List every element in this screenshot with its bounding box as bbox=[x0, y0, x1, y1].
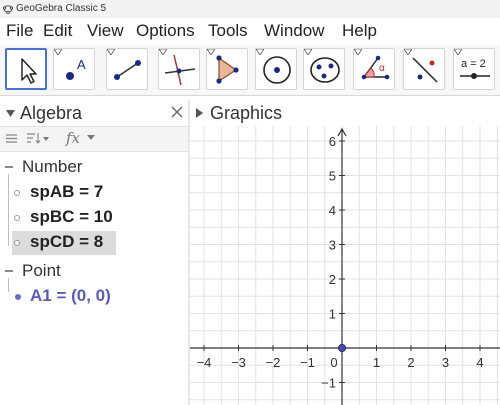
menu-bar: File Edit View Options Tools Window Help bbox=[0, 18, 500, 44]
tool-ellipse-button[interactable] bbox=[303, 48, 345, 90]
algebra-item-spAB[interactable]: spAB = 7 bbox=[30, 182, 103, 202]
algebra-header: Algebra bbox=[0, 100, 188, 126]
polygon-icon bbox=[216, 55, 239, 84]
chevron-down-icon bbox=[454, 49, 462, 55]
tool-angle-button[interactable]: α bbox=[353, 48, 395, 90]
close-icon[interactable] bbox=[171, 106, 183, 118]
chevron-down-icon bbox=[159, 49, 167, 55]
y-tick-label: 5 bbox=[329, 169, 336, 184]
group-label-point: Point bbox=[22, 261, 61, 280]
collapse-point-group-icon[interactable] bbox=[5, 270, 13, 272]
tool-segment-button[interactable] bbox=[106, 48, 148, 90]
fx-input-icon[interactable]: fx bbox=[66, 129, 80, 147]
algebra-item-spBC[interactable]: spBC = 10 bbox=[30, 207, 113, 227]
y-tick-label: 1 bbox=[329, 307, 336, 322]
angle-icon: α bbox=[361, 55, 390, 80]
perpendicular-line-icon bbox=[164, 54, 196, 86]
tool-reflect-button[interactable] bbox=[403, 48, 445, 90]
collapse-number-group-icon[interactable] bbox=[5, 166, 13, 168]
x-tick-label: −4 bbox=[197, 355, 212, 370]
visibility-toggle-icon[interactable] bbox=[14, 240, 20, 246]
x-tick-label: 3 bbox=[442, 355, 449, 370]
show-auxiliary-icon[interactable] bbox=[5, 132, 18, 145]
menu-tools[interactable]: Tools bbox=[208, 18, 248, 44]
graphics-title: Graphics bbox=[210, 103, 283, 123]
sort-icon[interactable] bbox=[26, 132, 50, 145]
collapse-triangle-icon[interactable] bbox=[6, 110, 15, 117]
chevron-down-icon bbox=[304, 49, 312, 55]
slider-icon: a = 2 bbox=[460, 58, 490, 79]
algebra-style-bar: fx bbox=[0, 126, 188, 152]
x-tick-label: 2 bbox=[407, 355, 414, 370]
angle-icon-label: α bbox=[379, 63, 385, 74]
menu-options[interactable]: Options bbox=[136, 18, 195, 44]
geogebra-app-icon bbox=[3, 5, 13, 14]
graphics-header: Graphics bbox=[190, 100, 500, 126]
menu-help[interactable]: Help bbox=[342, 18, 377, 44]
menu-view[interactable]: View bbox=[87, 18, 124, 44]
slider-icon-label: a = 2 bbox=[461, 58, 486, 70]
x-tick-label: 0 bbox=[330, 355, 337, 370]
graphics-canvas[interactable]: −4 −3 −2 −1 0 1 2 3 4 6 5 4 3 2 1 −1 bbox=[190, 126, 500, 405]
y-tick-label: 3 bbox=[329, 238, 336, 253]
x-tick-label: −3 bbox=[231, 355, 246, 370]
x-tick-label: −1 bbox=[300, 355, 315, 370]
circle-with-center-icon bbox=[263, 56, 291, 84]
window-title: GeoGebra Classic 5 bbox=[16, 3, 107, 14]
visibility-toggle-icon[interactable] bbox=[14, 190, 20, 196]
chevron-down-icon[interactable] bbox=[87, 135, 95, 141]
tree-connector bbox=[8, 278, 9, 292]
tool-circle-button[interactable] bbox=[255, 48, 297, 90]
tool-perpendicular-line-button[interactable] bbox=[158, 48, 200, 90]
y-tick-label: 2 bbox=[329, 272, 336, 287]
x-tick-label: 4 bbox=[476, 355, 483, 370]
y-tick-label: 4 bbox=[329, 203, 336, 218]
chevron-down-icon bbox=[404, 49, 412, 55]
algebra-title: Algebra bbox=[20, 103, 83, 123]
tool-slider-button[interactable]: a = 2 bbox=[453, 48, 495, 90]
chevron-down-icon bbox=[54, 49, 62, 55]
ellipse-icon bbox=[310, 57, 340, 83]
chevron-down-icon bbox=[354, 49, 362, 55]
segment-icon bbox=[114, 60, 141, 80]
toolbar: A α a = 2 bbox=[0, 45, 500, 96]
reflect-about-line-icon bbox=[412, 57, 438, 83]
x-tick-label: 1 bbox=[373, 355, 380, 370]
algebra-item-A1[interactable]: A1 = (0, 0) bbox=[30, 286, 111, 306]
y-tick-label: −1 bbox=[321, 376, 336, 391]
chevron-down-icon bbox=[207, 49, 215, 55]
tool-point-button[interactable]: A bbox=[53, 48, 95, 90]
title-bar: GeoGebra Classic 5 bbox=[0, 0, 500, 18]
tool-move-button[interactable] bbox=[5, 48, 47, 90]
algebra-item-spCD[interactable]: spCD = 8 bbox=[30, 232, 103, 252]
tree-connector bbox=[8, 174, 9, 246]
group-label-number: Number bbox=[22, 157, 83, 176]
graphics-view: Graphics −4 −3 −2 −1 0 1 2 3 4 6 5 4 3 2 1 −1 bbox=[190, 100, 500, 405]
chevron-down-icon bbox=[256, 49, 264, 55]
point-A1[interactable] bbox=[337, 343, 346, 352]
tool-polygon-button[interactable] bbox=[206, 48, 248, 90]
algebra-view: Algebra fx Number spAB = 7 spBC = 10 spC… bbox=[0, 100, 188, 405]
chevron-down-icon bbox=[107, 49, 115, 55]
point-icon-label: A bbox=[77, 57, 86, 72]
visibility-toggle-icon[interactable] bbox=[14, 215, 20, 221]
x-tick-label: −2 bbox=[266, 355, 281, 370]
point-icon: A bbox=[66, 57, 86, 80]
move-arrow-icon bbox=[21, 58, 37, 84]
menu-window[interactable]: Window bbox=[264, 18, 324, 44]
y-tick-label: 6 bbox=[329, 134, 336, 149]
menu-file[interactable]: File bbox=[6, 18, 33, 44]
menu-edit[interactable]: Edit bbox=[43, 18, 72, 44]
visibility-toggle-icon[interactable] bbox=[15, 294, 21, 300]
expand-triangle-icon[interactable] bbox=[196, 108, 203, 118]
